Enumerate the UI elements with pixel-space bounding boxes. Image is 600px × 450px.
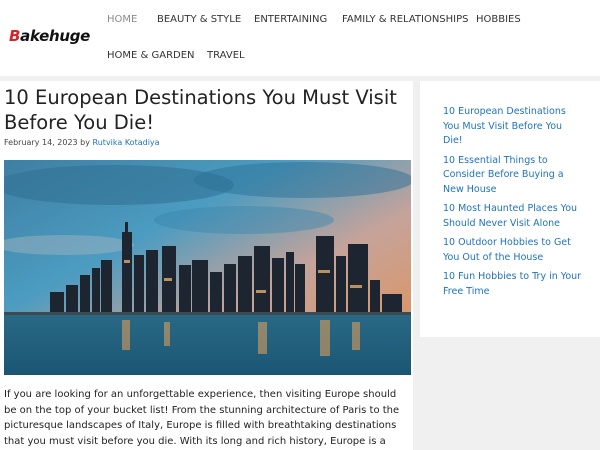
nav-home[interactable]: HOME: [107, 14, 137, 25]
sidebar-link-european-destinations[interactable]: 10 European Destinations You Must Visit …: [443, 105, 583, 149]
main-nav: HOME BEAUTY & STYLE ENTERTAINING FAMILY …: [96, 0, 600, 76]
nav-beauty-style[interactable]: BEAUTY & STYLE: [157, 14, 241, 25]
sidebar-link-buying-house[interactable]: 10 Essential Things to Consider Before B…: [443, 154, 583, 198]
hero-image: [4, 160, 411, 375]
article: 10 European Destinations You Must Visit …: [0, 81, 413, 450]
site-header: Bakehuge HOME BEAUTY & STYLE ENTERTAININ…: [0, 0, 600, 76]
nav-home-garden[interactable]: HOME & GARDEN: [107, 50, 195, 61]
sidebar-link-haunted-places[interactable]: 10 Most Haunted Places You Should Never …: [443, 202, 583, 231]
byline-by: by: [80, 138, 90, 147]
article-meta: February 14, 2023 by Rutvika Kotadiya: [4, 138, 160, 147]
nav-hobbies[interactable]: HOBBIES: [476, 14, 521, 25]
sidebar-link-outdoor-hobbies[interactable]: 10 Outdoor Hobbies to Get You Out of the…: [443, 236, 583, 265]
site-logo[interactable]: Bakehuge: [9, 27, 90, 45]
post-date: February 14, 2023: [4, 138, 78, 147]
logo-initial: B: [9, 27, 21, 45]
recent-posts-list: 10 European Destinations You Must Visit …: [443, 105, 583, 304]
nav-family-relationships[interactable]: FAMILY & RELATIONSHIPS: [342, 14, 469, 25]
nav-entertaining[interactable]: ENTERTAINING: [254, 14, 327, 25]
author-link[interactable]: Rutvika Kotadiya: [93, 138, 160, 147]
city-skyline-image: [4, 160, 411, 375]
article-intro: If you are looking for an unforgettable …: [4, 389, 400, 447]
article-title: 10 European Destinations You Must Visit …: [4, 86, 397, 134]
nav-travel[interactable]: TRAVEL: [207, 50, 245, 61]
logo-text: akehuge: [20, 27, 91, 45]
sidebar-link-fun-hobbies[interactable]: 10 Fun Hobbies to Try in Your Free Time: [443, 270, 583, 299]
sidebar-recent-posts: 10 European Destinations You Must Visit …: [420, 81, 600, 337]
